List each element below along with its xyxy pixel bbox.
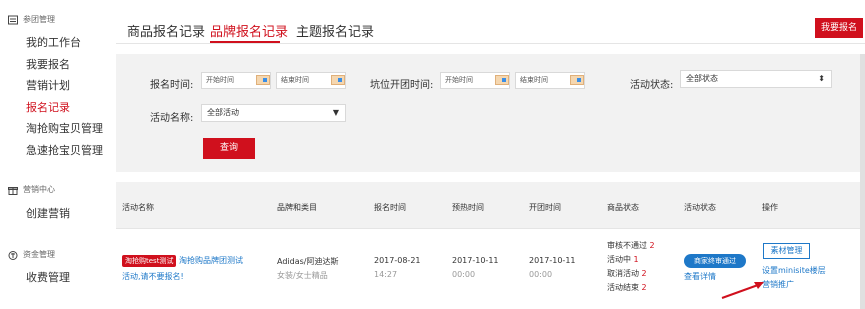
sidebar-item-marketing-plan[interactable]: 营销计划 <box>26 77 70 93</box>
select-arrows-icon: ⬍ <box>818 74 825 83</box>
sidebar-item-fees[interactable]: 收费管理 <box>26 269 70 285</box>
gift-icon <box>8 185 18 195</box>
column-header: 操作 <box>762 203 778 212</box>
table-header: 活动名称 品牌和类目 报名时间 预热时间 开团时间 商品状态 活动状态 操作 <box>116 182 860 228</box>
column-header: 开团时间 <box>529 203 561 212</box>
goods-status-line: 审核不通过 2 <box>607 241 655 250</box>
sidebar: 参团管理 我的工作台 我要报名 营销计划 报名记录 淘抢购宝贝管理 急速抢宝贝管… <box>0 0 116 309</box>
column-header: 活动状态 <box>684 203 716 212</box>
goods-status-line: 取消活动 2 <box>607 269 647 278</box>
filter-panel: 报名时间: 开始时间 结束时间 坑位开团时间: 开始时间 结束时间 活动状态: … <box>116 54 860 172</box>
scrollbar[interactable] <box>860 54 865 309</box>
status-label: 活动状态: <box>630 80 674 91</box>
goods-status-line: 活动中 1 <box>607 255 639 264</box>
section-header-marketing: 营销中心 <box>8 184 55 195</box>
query-button[interactable]: 查询 <box>203 138 255 159</box>
tab-theme-records[interactable]: 主题报名记录 <box>296 21 374 40</box>
sidebar-item-signup[interactable]: 我要报名 <box>26 56 70 72</box>
active-tab-indicator <box>210 41 280 43</box>
open-time: 00:00 <box>529 270 553 279</box>
group-icon <box>8 15 18 25</box>
table-row: 淘抢购test测试 淘抢购品牌团测试 活动,请不要报名! Adidas/阿迪达斯… <box>116 228 860 309</box>
chevron-down-icon: ▼ <box>332 108 339 117</box>
preheat-date: 2017-10-11 <box>452 256 499 265</box>
activity-name-line2[interactable]: 活动,请不要报名! <box>122 271 184 282</box>
column-header: 报名时间 <box>374 203 406 212</box>
preheat-time: 00:00 <box>452 270 476 279</box>
record-tabs: 商品报名记录 品牌报名记录 主题报名记录 我要报名 <box>116 0 865 44</box>
section-header-funds: 资金管理 <box>8 249 55 260</box>
activity-select[interactable]: 全部活动 ▼ <box>201 104 346 122</box>
open-time-label: 坑位开团时间: <box>370 80 434 91</box>
minisite-floor-link[interactable]: 设置minisite楼层 <box>762 265 826 276</box>
activity-status-badge: 商家终审通过 <box>684 254 746 268</box>
annotation-arrow-icon <box>721 282 764 299</box>
calendar-icon[interactable] <box>256 75 270 85</box>
view-details-link[interactable]: 查看详情 <box>684 271 716 282</box>
sidebar-item-flash-grab[interactable]: 急速抢宝贝管理 <box>26 142 103 158</box>
tab-brand-records[interactable]: 品牌报名记录 <box>210 21 288 40</box>
activity-name-link[interactable]: 淘抢购品牌团测试 <box>179 256 243 265</box>
brand-category: 女装/女士精品 <box>277 271 328 280</box>
sidebar-item-taoqianggou[interactable]: 淘抢购宝贝管理 <box>26 120 103 136</box>
column-header: 商品状态 <box>607 203 639 212</box>
calendar-icon[interactable] <box>495 75 509 85</box>
open-date: 2017-10-11 <box>529 256 576 265</box>
activity-tag: 淘抢购test测试 <box>122 255 177 267</box>
marketing-promotion-link[interactable]: 营销推广 <box>762 279 794 290</box>
status-select[interactable]: 全部状态 ⬍ <box>680 70 832 88</box>
sidebar-item-create-marketing[interactable]: 创建营销 <box>26 205 70 221</box>
material-management-button[interactable]: 素材管理 <box>763 243 810 259</box>
column-header: 品牌和类目 <box>277 203 317 212</box>
calendar-icon[interactable] <box>331 75 345 85</box>
tab-goods-records[interactable]: 商品报名记录 <box>127 21 205 40</box>
goods-status-line: 活动结束 2 <box>607 283 647 292</box>
sidebar-item-signup-records[interactable]: 报名记录 <box>26 99 70 115</box>
column-header: 预热时间 <box>452 203 484 212</box>
brand-name: Adidas/阿迪达斯 <box>277 257 339 266</box>
signup-button[interactable]: 我要报名 <box>815 18 863 38</box>
signup-date: 2017-08-21 <box>374 256 421 265</box>
activity-name-line1: 淘抢购test测试 淘抢购品牌团测试 <box>122 255 243 267</box>
section-header-group-management: 参团管理 <box>8 14 55 25</box>
signup-time-label: 报名时间: <box>150 80 194 91</box>
money-icon <box>8 250 18 260</box>
signup-time: 14:27 <box>374 270 398 279</box>
activity-name-label: 活动名称: <box>150 113 194 124</box>
column-header: 活动名称 <box>122 203 154 212</box>
sidebar-item-workbench[interactable]: 我的工作台 <box>26 34 81 50</box>
calendar-icon[interactable] <box>570 75 584 85</box>
